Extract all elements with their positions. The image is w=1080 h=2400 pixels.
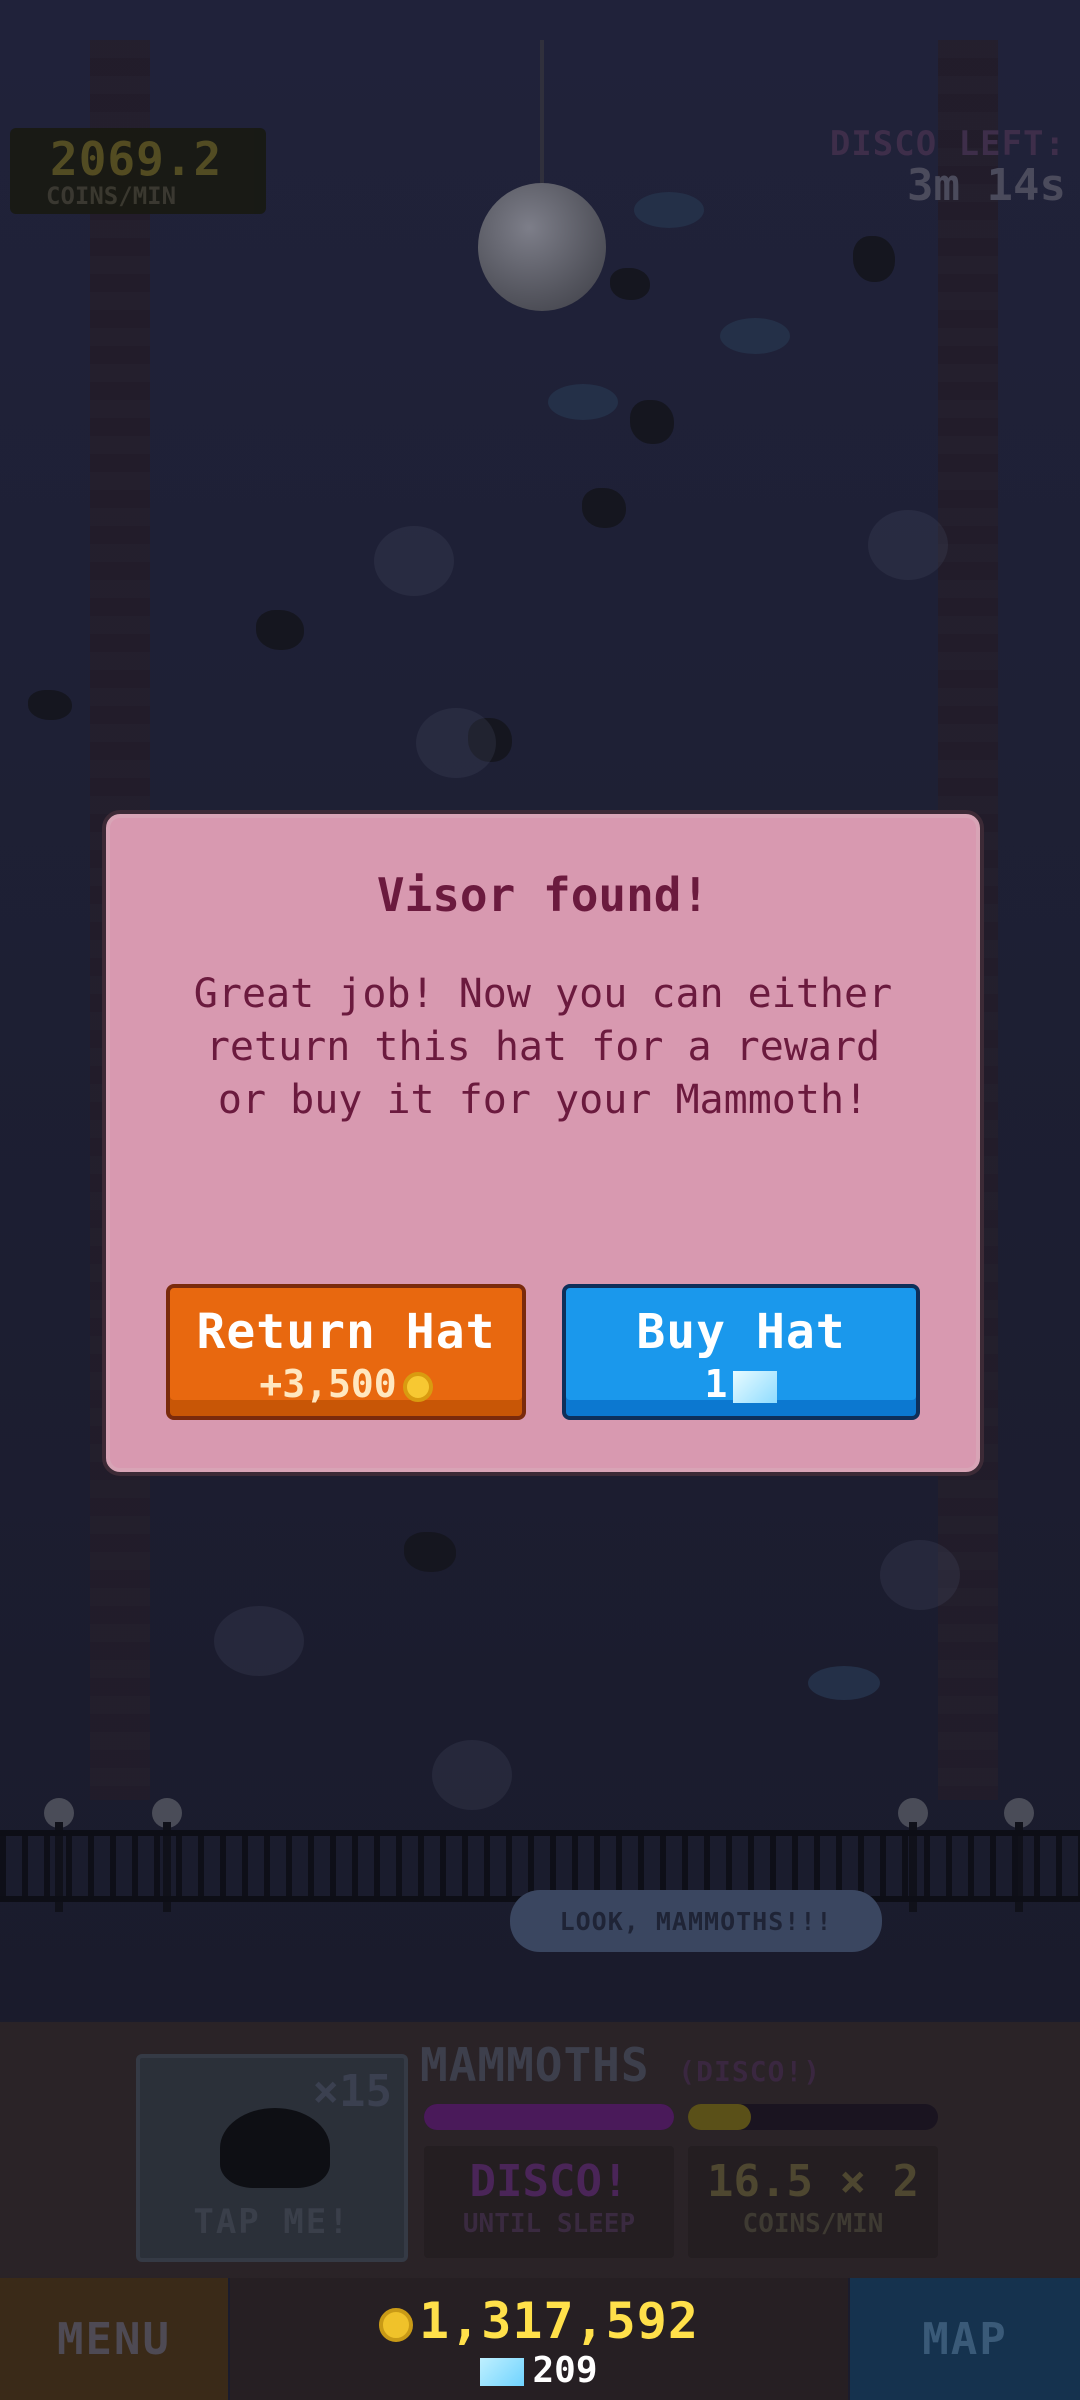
gem-balance: 209 bbox=[230, 2350, 848, 2391]
disco-ball-icon bbox=[478, 183, 606, 311]
coin-balance-value: 1,317,592 bbox=[419, 2292, 699, 2350]
buy-hat-price: 1 bbox=[566, 1362, 916, 1406]
buy-hat-button[interactable]: Buy Hat 1 bbox=[562, 1284, 920, 1420]
coins-per-minute-display: 2069.2 COINS/MIN bbox=[10, 128, 266, 214]
coins-per-minute-unit: COINS/MIN bbox=[46, 182, 177, 210]
light-glow bbox=[880, 1540, 960, 1610]
return-hat-label: Return Hat bbox=[196, 1304, 496, 1360]
light-glow bbox=[374, 526, 454, 596]
tap-multiplier: ×15 bbox=[312, 2066, 392, 2117]
map-button[interactable]: MAP bbox=[850, 2278, 1080, 2400]
coins-stat-label: COINS/MIN bbox=[742, 2209, 884, 2239]
disco-timer: DISCO LEFT: 3m 14s bbox=[830, 124, 1066, 211]
buy-hat-label: Buy Hat bbox=[636, 1304, 846, 1360]
disco-left-time: 3m 14s bbox=[907, 160, 1066, 211]
bottom-bar: MENU 1,317,592 209 MAP bbox=[0, 2278, 1080, 2400]
gem-icon bbox=[733, 1370, 778, 1403]
tap-me-label: TAP ME! bbox=[193, 2202, 351, 2242]
disco-stat-label: UNTIL SLEEP bbox=[462, 2209, 636, 2239]
bush bbox=[808, 1666, 880, 1700]
gem-balance-value: 209 bbox=[532, 2350, 598, 2391]
coin-icon bbox=[402, 1371, 433, 1402]
coins-stat-value: 16.5 × 2 bbox=[707, 2156, 919, 2207]
mammoth-icon bbox=[220, 2108, 330, 2188]
menu-button[interactable]: MENU bbox=[0, 2278, 228, 2400]
bush bbox=[548, 384, 618, 420]
currency-display: 1,317,592 209 bbox=[230, 2278, 848, 2400]
disco-left-label: DISCO LEFT: bbox=[829, 124, 1066, 164]
coins-progress-bar bbox=[688, 2104, 938, 2130]
disco-ball-string bbox=[540, 40, 544, 185]
coin-balance: 1,317,592 bbox=[230, 2292, 848, 2350]
light-glow bbox=[868, 510, 948, 580]
light-glow bbox=[416, 708, 496, 778]
coin-icon bbox=[379, 2307, 414, 2342]
return-hat-reward-value: +3,500 bbox=[259, 1362, 397, 1406]
mammoth-silhouette bbox=[582, 488, 626, 528]
hat-found-dialog: Visor found! Great job! Now you can eith… bbox=[106, 814, 980, 1472]
bush bbox=[634, 192, 704, 228]
dialog-message: Great job! Now you can either return thi… bbox=[193, 971, 893, 1123]
mammoth-silhouette bbox=[256, 610, 304, 650]
mammoth-silhouette bbox=[28, 690, 72, 720]
return-hat-reward: +3,500 bbox=[170, 1362, 522, 1406]
buy-hat-price-value: 1 bbox=[704, 1362, 728, 1406]
tap-me-card[interactable]: ×15 TAP ME! bbox=[136, 2054, 408, 2262]
visitor-speech-bubble: LOOK, MAMMOTHS!!! bbox=[510, 1890, 882, 1952]
animal-name: MAMMOTHS bbox=[420, 2038, 650, 2092]
disco-progress-fill bbox=[424, 2104, 674, 2130]
light-glow bbox=[214, 1606, 304, 1676]
animal-title: MAMMOTHS (DISCO!) bbox=[420, 2038, 821, 2092]
mammoth-silhouette bbox=[610, 268, 650, 300]
mammoth-silhouette bbox=[853, 236, 895, 282]
dialog-title: Visor found! bbox=[376, 868, 710, 922]
coins-stat-box: 16.5 × 2 COINS/MIN bbox=[688, 2146, 938, 2258]
light-glow bbox=[432, 1740, 512, 1810]
mammoth-silhouette bbox=[630, 400, 674, 444]
animal-status: (DISCO!) bbox=[678, 2055, 822, 2088]
bush bbox=[720, 318, 790, 354]
gem-icon bbox=[480, 2358, 525, 2386]
return-hat-button[interactable]: Return Hat +3,500 bbox=[166, 1284, 526, 1420]
coins-per-minute-value: 2069.2 bbox=[50, 132, 223, 186]
disco-stat-value: DISCO! bbox=[469, 2156, 629, 2207]
mammoth-silhouette bbox=[404, 1532, 456, 1572]
speech-bubble-text: LOOK, MAMMOTHS!!! bbox=[559, 1906, 833, 1936]
coins-progress-fill bbox=[688, 2104, 751, 2130]
disco-stat-box: DISCO! UNTIL SLEEP bbox=[424, 2146, 674, 2258]
disco-progress-bar bbox=[424, 2104, 674, 2130]
